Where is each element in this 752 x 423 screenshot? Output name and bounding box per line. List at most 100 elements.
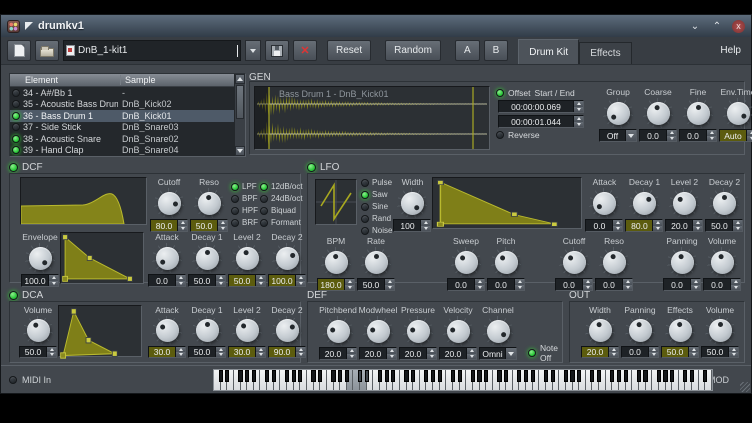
dcf-envelope-display[interactable]	[60, 232, 144, 284]
piano-key-87[interactable]	[551, 370, 555, 382]
piano-key-109[interactable]	[637, 370, 641, 382]
spinbox-fine[interactable]: 0.0	[679, 129, 717, 142]
lfo-envelope-display[interactable]	[432, 177, 582, 229]
dcf-led[interactable]	[9, 163, 18, 172]
maximize-button[interactable]: ⌃	[710, 21, 724, 32]
piano-key-92[interactable]	[570, 370, 574, 382]
reverse-led[interactable]	[496, 131, 504, 139]
knob-pitchbend[interactable]	[323, 316, 353, 346]
lfo-led[interactable]	[307, 163, 316, 172]
piano-key-32[interactable]	[338, 370, 342, 382]
spinbox-volume[interactable]: 50.0	[19, 346, 57, 358]
knob-envelope[interactable]	[25, 243, 55, 273]
swap-a-button[interactable]: A	[455, 40, 480, 61]
knob-cutoff[interactable]	[154, 188, 184, 218]
dca-envelope-display[interactable]	[58, 305, 142, 357]
knob-velocity[interactable]	[443, 316, 473, 346]
spinbox-decay-2[interactable]: 90.0	[268, 346, 306, 358]
element-list-scrollbar[interactable]	[234, 74, 245, 156]
spinbox-level-2[interactable]: 50.0	[228, 274, 266, 287]
piano-key-118[interactable]	[670, 370, 674, 382]
knob-coarse[interactable]	[643, 98, 673, 128]
radio-biquad[interactable]: Biquad	[260, 205, 303, 216]
knob-decay-2[interactable]	[709, 188, 739, 218]
piano-keyboard[interactable]	[213, 369, 713, 391]
knob-panning[interactable]	[667, 247, 697, 277]
knob-reso[interactable]	[599, 247, 629, 277]
spinbox-attack[interactable]: 0.0	[585, 219, 623, 232]
piano-key-39[interactable]	[365, 370, 369, 382]
tab-effects[interactable]: Effects	[579, 42, 631, 64]
piano-key-94[interactable]	[577, 370, 581, 382]
save-preset-button[interactable]	[265, 40, 289, 61]
knob-reso[interactable]	[194, 188, 224, 218]
new-preset-button[interactable]	[7, 40, 31, 61]
piano-key-46[interactable]	[391, 370, 395, 382]
knob-channel[interactable]	[483, 316, 513, 346]
spinbox-modwheel[interactable]: 20.0	[359, 347, 397, 360]
tab-drum-kit[interactable]: Drum Kit	[518, 39, 579, 64]
piano-key-20[interactable]	[292, 370, 296, 382]
piano-key-61[interactable]	[451, 370, 455, 382]
piano-key-102[interactable]	[610, 370, 614, 382]
radio-rand[interactable]: Rand	[361, 213, 392, 224]
piano-key-75[interactable]	[504, 370, 508, 382]
piano-key-66[interactable]	[471, 370, 475, 382]
spinbox-cutoff[interactable]: 80.0	[150, 219, 188, 232]
piano-key-68[interactable]	[477, 370, 481, 382]
knob-attack[interactable]	[589, 188, 619, 218]
knob-pressure[interactable]	[403, 316, 433, 346]
piano-key-30[interactable]	[331, 370, 335, 382]
knob-level-2[interactable]	[232, 243, 262, 273]
spinbox-panning[interactable]: 0.0	[621, 346, 659, 358]
piano-key-78[interactable]	[517, 370, 521, 382]
help-button[interactable]: Help	[720, 45, 745, 56]
dca-led[interactable]	[9, 291, 18, 300]
close-button[interactable]: x	[732, 20, 745, 33]
knob-level-2[interactable]	[232, 316, 262, 345]
preset-dropdown-button[interactable]	[245, 40, 261, 61]
radio-sine[interactable]: Sine	[361, 201, 392, 212]
piano-key-85[interactable]	[544, 370, 548, 382]
open-preset-button[interactable]	[35, 40, 59, 61]
minimize-button[interactable]: ⌄	[688, 21, 702, 32]
spinbox-decay-2[interactable]: 50.0	[705, 219, 743, 232]
scrollbar-thumb[interactable]	[236, 85, 244, 119]
piano-key-99[interactable]	[597, 370, 601, 382]
knob-width[interactable]	[585, 316, 615, 345]
knob-attack[interactable]	[152, 316, 182, 345]
knob-decay-2[interactable]	[272, 243, 302, 273]
piano-key-15[interactable]	[272, 370, 276, 382]
spinbox-pitchbend[interactable]: 20.0	[319, 347, 357, 360]
reset-button[interactable]: Reset	[327, 40, 371, 61]
spinbox-coarse[interactable]: 0.0	[639, 129, 677, 142]
spinbox-level-2[interactable]: 30.0	[228, 346, 266, 358]
offset-led[interactable]	[496, 89, 504, 97]
knob-sweep[interactable]	[451, 247, 481, 277]
knob-width[interactable]	[397, 188, 427, 218]
spinbox-width[interactable]: 20.0	[581, 346, 619, 358]
knob-attack[interactable]	[152, 243, 182, 273]
piano-key-90[interactable]	[564, 370, 568, 382]
resize-grip[interactable]	[740, 382, 750, 392]
piano-key-73[interactable]	[497, 370, 501, 382]
delete-preset-button[interactable]: ✕	[293, 40, 317, 61]
element-row-39-hand-clap[interactable]: 39 - Hand ClapDnB_Snare04	[10, 145, 234, 157]
piano-key-123[interactable]	[690, 370, 694, 382]
knob-effects[interactable]	[665, 316, 695, 345]
swap-b-button[interactable]: B	[484, 40, 509, 61]
piano-key-82[interactable]	[531, 370, 535, 382]
spinbox-reso[interactable]: 50.0	[190, 219, 228, 232]
knob-env-time[interactable]	[723, 98, 752, 128]
piano-key-104[interactable]	[617, 370, 621, 382]
radio-brf[interactable]: BRF	[231, 217, 258, 228]
spinbox-decay-2[interactable]: 100.0	[268, 274, 306, 287]
piano-key-70[interactable]	[484, 370, 488, 382]
spinbox-volume[interactable]: 50.0	[701, 346, 739, 358]
knob-cutoff[interactable]	[559, 247, 589, 277]
spinbox-effects[interactable]: 50.0	[661, 346, 699, 358]
offset-end-spinbox[interactable]: 00:00:01.044	[498, 115, 584, 128]
knob-volume[interactable]	[705, 316, 735, 345]
spinbox-attack[interactable]: 30.0	[148, 346, 186, 358]
scrollbar-track[interactable]	[235, 120, 245, 146]
